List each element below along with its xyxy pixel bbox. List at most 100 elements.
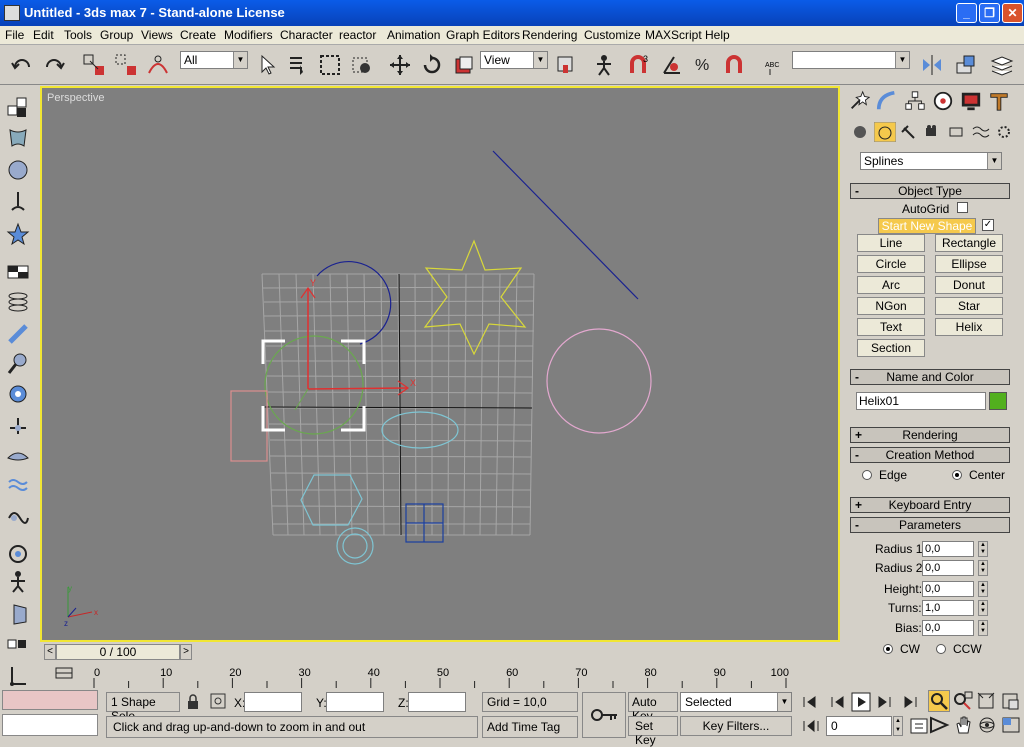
time-slider-prev[interactable]: <	[44, 644, 56, 660]
menu-maxscript[interactable]: MAXScript	[645, 28, 702, 42]
ellipse-button[interactable]: Ellipse	[935, 255, 1003, 273]
radius1-input[interactable]: 0,0	[922, 541, 974, 557]
y-coordinate-input[interactable]	[326, 692, 384, 712]
turns-input[interactable]: 1,0	[922, 600, 974, 616]
menu-views[interactable]: Views	[141, 28, 173, 42]
mirror-icon[interactable]	[920, 53, 944, 77]
rigid-body-icon[interactable]	[6, 96, 30, 120]
track-bar[interactable]: 0 10 20 30 40 50 60 70 80 90 100	[40, 664, 840, 688]
helix-button[interactable]: Helix	[935, 318, 1003, 336]
menu-character[interactable]: Character	[280, 28, 333, 42]
select-link-icon[interactable]	[82, 53, 106, 77]
name-color-rollout-header[interactable]: - Name and Color	[850, 369, 1010, 385]
parameters-rollout-header[interactable]: - Parameters	[850, 517, 1010, 533]
fracture-icon[interactable]	[6, 444, 30, 468]
menu-rendering[interactable]: Rendering	[522, 28, 577, 42]
key-mode-dropdown[interactable]: Selected ▼	[680, 692, 792, 712]
time-slider-thumb[interactable]: 0 / 100	[56, 644, 180, 660]
maximize-button[interactable]: ❐	[979, 3, 1000, 23]
turns-spinner[interactable]: ▲ ▼	[978, 600, 988, 616]
autogrid-checkbox[interactable]	[957, 202, 968, 213]
key-mode-toggle-icon[interactable]	[800, 716, 822, 736]
star-button[interactable]: Star	[935, 297, 1003, 315]
reference-coordinate-dropdown[interactable]: View ▼	[480, 51, 548, 69]
cw-radio[interactable]	[883, 644, 893, 654]
time-slider-track[interactable]: < 0 / 100 >	[40, 643, 840, 661]
circle-button[interactable]: Circle	[857, 255, 925, 273]
minimize-button[interactable]: _	[956, 3, 977, 23]
z-coordinate-input[interactable]	[408, 692, 466, 712]
star-shape[interactable]	[423, 239, 527, 356]
radius2-spinner[interactable]: ▲ ▼	[978, 560, 988, 576]
cameras-icon[interactable]	[924, 124, 942, 140]
object-color-swatch[interactable]	[989, 392, 1007, 410]
previous-frame-icon[interactable]	[826, 692, 848, 712]
app-icon[interactable]	[4, 5, 20, 21]
line-button[interactable]: Line	[857, 234, 925, 252]
ragdoll-icon[interactable]	[6, 540, 30, 564]
ngon-shape[interactable]	[300, 474, 363, 526]
motor-icon[interactable]	[6, 352, 30, 376]
ellipse-shape[interactable]	[381, 411, 459, 449]
rectangle-button[interactable]: Rectangle	[935, 234, 1003, 252]
undo-icon[interactable]	[10, 53, 34, 77]
goto-start-icon[interactable]	[800, 692, 822, 712]
current-frame-spinner[interactable]: ▲ ▼	[893, 716, 903, 736]
hinge-icon[interactable]	[6, 570, 30, 594]
bind-spacewarp-icon[interactable]	[146, 53, 170, 77]
spring-icon[interactable]	[6, 290, 30, 314]
deforming-mesh-icon[interactable]	[6, 222, 30, 246]
start-new-shape-button[interactable]: Start New Shape	[878, 218, 976, 234]
helix-shape[interactable]	[264, 335, 364, 435]
snap-3d-icon[interactable]: 3	[628, 53, 652, 77]
set-key-button[interactable]: Set Key	[628, 716, 678, 747]
rendering-rollout-header[interactable]: + Rendering	[850, 427, 1010, 443]
section-button[interactable]: Section	[857, 339, 925, 357]
close-button[interactable]: ✕	[1002, 3, 1023, 23]
geometry-icon[interactable]	[852, 124, 868, 140]
time-slider-next[interactable]: >	[180, 644, 192, 660]
systems-icon[interactable]	[996, 124, 1012, 140]
donut-shape-inner[interactable]	[342, 533, 368, 559]
key-filters-button[interactable]: Key Filters...	[680, 716, 792, 736]
keyboard-entry-rollout-header[interactable]: + Keyboard Entry	[850, 497, 1010, 513]
ccw-radio[interactable]	[936, 644, 946, 654]
create-tab-icon[interactable]	[848, 90, 870, 112]
named-selection-dropdown[interactable]: ▼	[792, 51, 910, 69]
point-to-path-icon[interactable]	[6, 664, 30, 688]
pivot-center-icon[interactable]	[554, 53, 578, 77]
shapes-icon[interactable]	[874, 122, 896, 142]
menu-animation[interactable]: Animation	[387, 28, 440, 42]
lights-icon[interactable]	[900, 124, 918, 140]
viewport-scene[interactable]: Y X y x z	[42, 88, 838, 640]
height-input[interactable]: 0,0	[922, 581, 974, 597]
menu-help[interactable]: Help	[705, 28, 730, 42]
percent-snap-icon[interactable]: %	[692, 53, 716, 77]
zoom-button-active[interactable]	[928, 690, 950, 712]
bias-input[interactable]: 0,0	[922, 620, 974, 636]
zoom-all-icon[interactable]	[952, 691, 974, 711]
selection-filter-dropdown[interactable]: All ▼	[180, 51, 248, 69]
select-scale-icon[interactable]	[452, 53, 476, 77]
set-key-big-button[interactable]	[582, 692, 626, 738]
ngon-button[interactable]: NGon	[857, 297, 925, 315]
soft-body-icon[interactable]	[6, 158, 30, 182]
menu-customize[interactable]: Customize	[584, 28, 641, 42]
zoom-extents-icon[interactable]	[976, 691, 998, 711]
lock-selection-icon[interactable]	[186, 694, 200, 710]
auto-key-button[interactable]: Auto Key	[628, 692, 678, 723]
menu-create[interactable]: Create	[180, 28, 216, 42]
select-move-icon[interactable]	[388, 53, 412, 77]
motion-tab-icon[interactable]	[932, 90, 954, 112]
menu-tools[interactable]: Tools	[64, 28, 92, 42]
field-of-view-icon[interactable]	[928, 715, 950, 735]
menu-group[interactable]: Group	[100, 28, 133, 42]
time-configuration-icon[interactable]	[908, 716, 930, 736]
menu-reactor[interactable]: reactor	[339, 28, 376, 42]
constraint-solver-icon[interactable]	[6, 506, 30, 530]
spinner-snap-icon[interactable]	[724, 53, 748, 77]
object-type-rollout-header[interactable]: - Object Type	[850, 183, 1010, 199]
hierarchy-tab-icon[interactable]	[904, 90, 926, 112]
dashpot-icon[interactable]	[6, 322, 30, 346]
circle-shape-pink[interactable]	[546, 328, 652, 434]
